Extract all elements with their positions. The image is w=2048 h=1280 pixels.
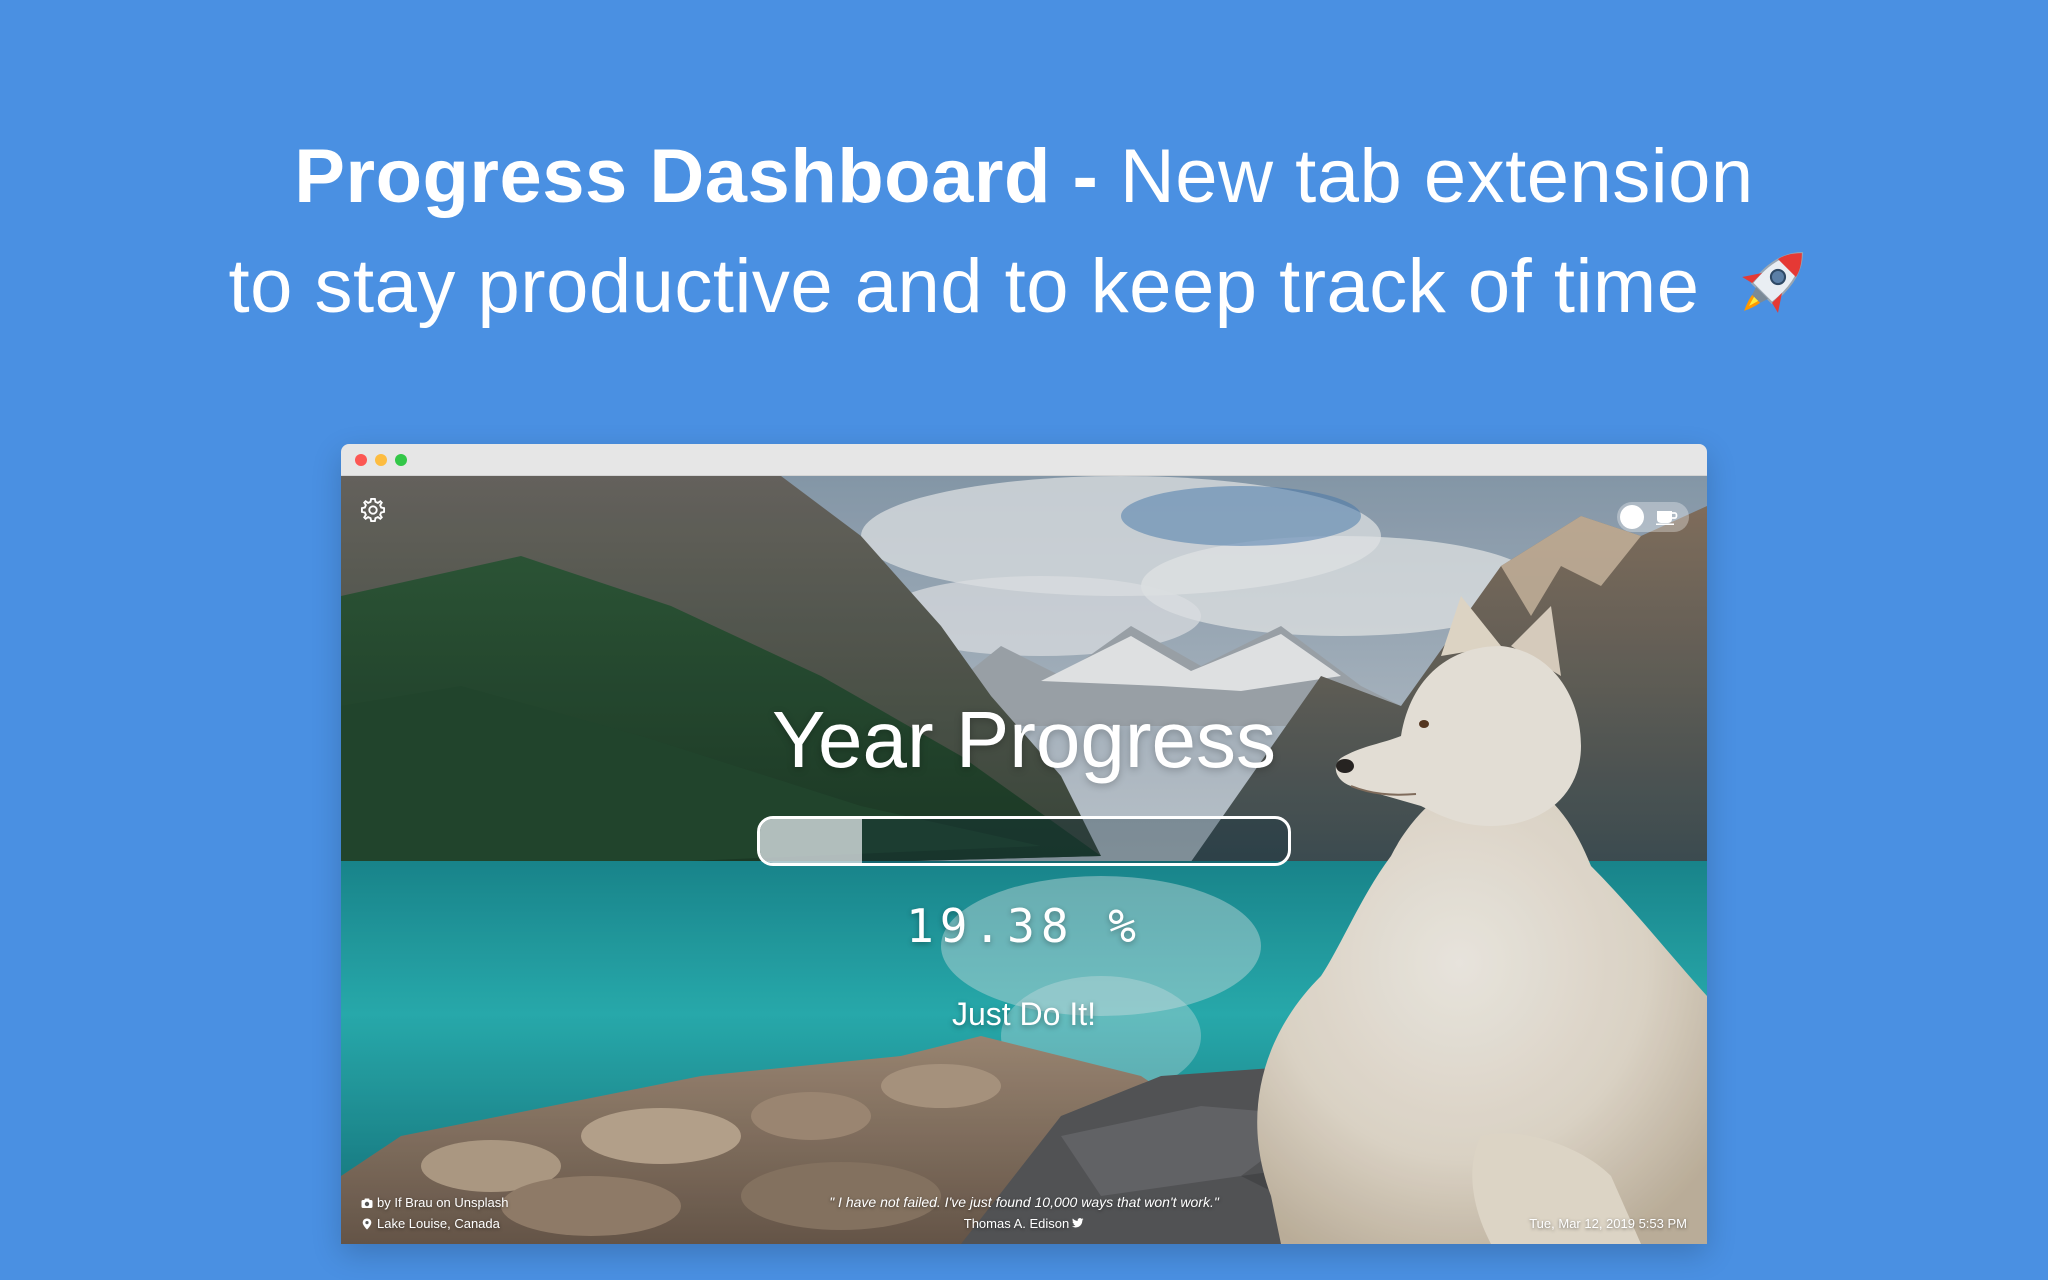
quote-author-line: Thomas A. Edison — [341, 1213, 1707, 1234]
window-titlebar — [341, 444, 1707, 476]
headline-subtitle: to stay productive and to keep track of … — [228, 244, 1700, 329]
progress-bar-fill — [760, 819, 863, 863]
headline-line-2: to stay productive and to keep track of … — [0, 232, 2048, 342]
rocket-icon — [1742, 252, 1804, 313]
quote-text: " I have not failed. I've just found 10,… — [829, 1194, 1219, 1210]
twitter-icon[interactable] — [1072, 1217, 1084, 1229]
current-datetime: Tue, Mar 12, 2019 5:53 PM — [1529, 1216, 1687, 1231]
progress-bar — [757, 816, 1291, 866]
motto-text[interactable]: Just Do It! — [341, 994, 1707, 1034]
minimize-window-button[interactable] — [375, 454, 387, 466]
progress-title[interactable]: Year Progress — [341, 690, 1707, 790]
headline-light: New tab extension — [1119, 134, 1754, 219]
quote-block: " I have not failed. I've just found 10,… — [341, 1192, 1707, 1234]
browser-window: Year Progress 19.38 % Just Do It! by If … — [341, 444, 1707, 1244]
close-window-button[interactable] — [355, 454, 367, 466]
headline-line-1: Progress Dashboard - New tab extension — [0, 122, 2048, 232]
quote-author: Thomas A. Edison — [963, 1216, 1070, 1231]
new-tab-page: Year Progress 19.38 % Just Do It! by If … — [341, 476, 1707, 1244]
headline: Progress Dashboard - New tab extension t… — [0, 122, 2048, 342]
progress-widget: Year Progress 19.38 % Just Do It! — [341, 476, 1707, 1244]
maximize-window-button[interactable] — [395, 454, 407, 466]
progress-percent: 19.38 % — [906, 899, 1142, 953]
headline-bold: Progress Dashboard - — [294, 134, 1099, 219]
